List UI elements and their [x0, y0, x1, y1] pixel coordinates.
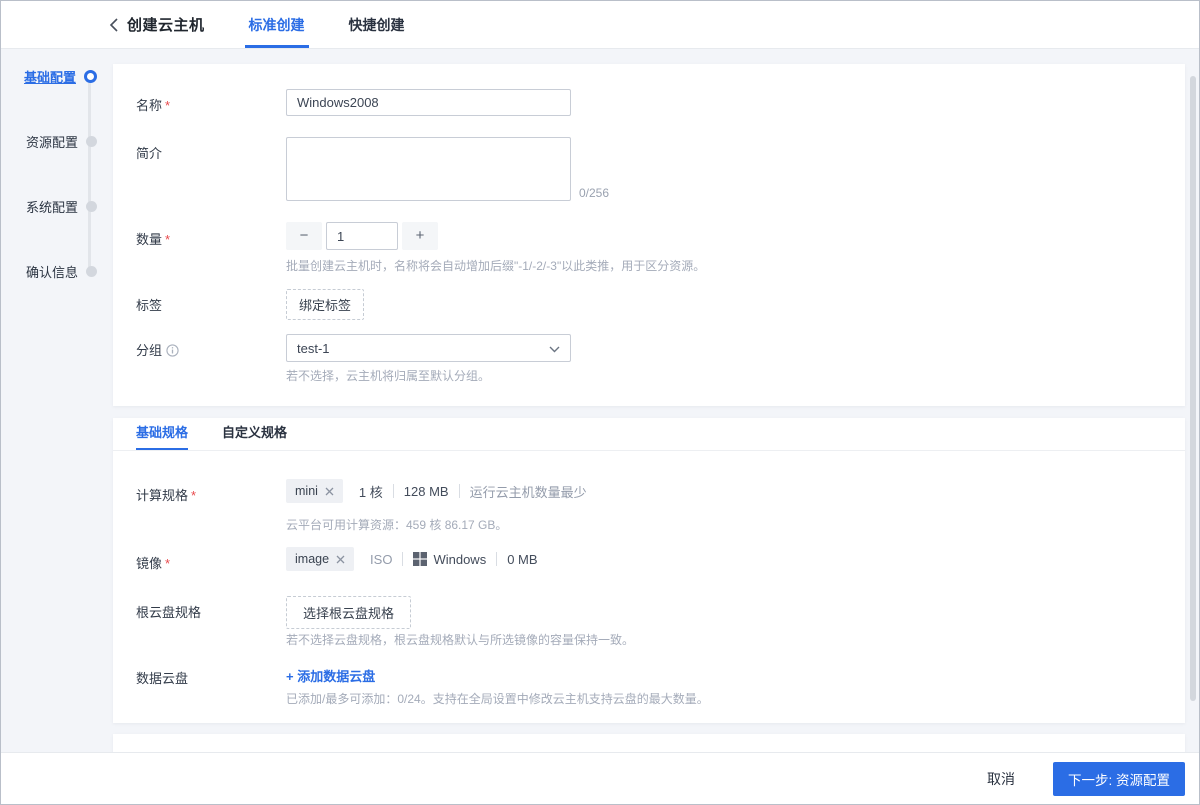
image-tag: image [286, 547, 355, 571]
required-mark: * [165, 98, 171, 113]
group-select[interactable]: test-1 [286, 334, 571, 362]
chevron-down-icon [549, 341, 560, 356]
step-label: 资源配置 [25, 134, 78, 150]
char-counter: 0/256 [579, 186, 610, 200]
create-vm-page: 创建云主机 标准创建 快捷创建 基础配置 资源配置 系统配置 确认信息 名称 *… [0, 0, 1200, 805]
scrollbar-thumb[interactable] [1190, 76, 1196, 701]
info-icon[interactable] [166, 344, 179, 357]
step-confirm-info[interactable]: 确认信息 [25, 263, 97, 280]
header-tabs: 标准创建 快捷创建 [244, 1, 447, 48]
step-dot-icon [86, 135, 97, 147]
required-mark: * [165, 232, 171, 247]
tab-custom-spec-label: 自定义规格 [222, 425, 288, 440]
page-title: 创建云主机 [127, 17, 205, 34]
compute-spec-tag: mini [286, 479, 343, 503]
divider [458, 484, 460, 498]
divider [402, 552, 404, 566]
root-disk-hint: 若不选择云盘规格，根云盘规格默认与所选镜像的容量保持一致。 [286, 633, 635, 647]
remove-tag-icon[interactable] [325, 487, 334, 496]
group-select-value: test-1 [297, 340, 330, 356]
tab-basic-spec[interactable]: 基础规格 [136, 418, 189, 450]
compute-note: 运行云主机数量最少 [469, 484, 587, 500]
name-label: 名称 * [136, 98, 171, 113]
bind-tag-button[interactable]: 绑定标签 [286, 289, 365, 320]
compute-memory: 128 MB [403, 483, 449, 499]
image-row: image ISO Windows 0 MB [286, 547, 538, 571]
content-area: 基础配置 资源配置 系统配置 确认信息 名称* 简介 [1, 49, 1199, 752]
divider [392, 484, 394, 498]
quantity-label: 数量 * [136, 232, 171, 247]
step-system-config[interactable]: 系统配置 [25, 198, 97, 215]
tag-label: 标签 [136, 298, 163, 313]
tab-standard-create[interactable]: 标准创建 [244, 1, 309, 48]
scrollbar-track[interactable] [1188, 49, 1196, 752]
remove-tag-icon[interactable] [336, 555, 345, 564]
image-format: ISO [370, 551, 393, 567]
step-nav: 基础配置 资源配置 系统配置 确认信息 [1, 49, 113, 752]
step-label: 系统配置 [25, 199, 78, 215]
windows-icon [413, 552, 428, 566]
tab-custom-spec[interactable]: 自定义规格 [222, 418, 287, 450]
quantity-hint: 批量创建云主机时，名称将会自动增加后缀"-1/-2/-3"以此类推，用于区分资源… [286, 259, 706, 273]
next-step-button[interactable]: 下一步: 资源配置 [1052, 761, 1185, 796]
name-input[interactable] [286, 89, 571, 116]
footer-bar: 取消 下一步: 资源配置 [1, 752, 1199, 804]
step-basic-config[interactable]: 基础配置 [23, 68, 97, 85]
spec-tabbar: 基础规格 自定义规格 [113, 418, 1185, 451]
select-root-disk-button[interactable]: 选择根云盘规格 [286, 596, 412, 629]
tab-basic-spec-label: 基础规格 [136, 425, 189, 440]
compute-spec-row: mini 1 核 128 MB 运行云主机数量最少 [286, 479, 587, 503]
group-label: 分组 [136, 340, 179, 359]
image-os: Windows [433, 551, 487, 567]
required-mark: * [165, 556, 171, 571]
compute-spec-tag-label: mini [295, 484, 318, 498]
root-disk-label: 根云盘规格 [136, 605, 202, 620]
step-active-dot-icon [84, 69, 97, 83]
add-data-disk-link[interactable]: + 添加数据云盘 [286, 666, 375, 685]
step-resource-config[interactable]: 资源配置 [25, 133, 97, 150]
divider [496, 552, 498, 566]
image-size: 0 MB [507, 551, 538, 567]
quantity-plus-button[interactable]: + [402, 222, 438, 250]
quantity-minus-button[interactable]: − [286, 222, 322, 250]
quantity-input[interactable] [326, 222, 398, 250]
step-label: 基础配置 [23, 69, 76, 85]
intro-textarea[interactable] [286, 137, 571, 201]
cancel-button[interactable]: 取消 [977, 763, 1025, 795]
spec-card: 基础规格 自定义规格 计算规格 * mini 1 核 128 MB 运行云主机数… [113, 418, 1185, 723]
compute-resources-hint: 云平台可用计算资源：459 核 86.17 GB。 [286, 518, 508, 532]
image-label: 镜像 * [136, 556, 171, 571]
data-disk-label: 数据云盘 [136, 671, 189, 686]
step-label: 确认信息 [25, 264, 78, 280]
compute-cpu: 1 核 [358, 484, 383, 500]
image-tag-label: image [295, 552, 330, 566]
tab-standard-create-label: 标准创建 [248, 16, 305, 33]
back-button[interactable]: 创建云主机 [105, 1, 205, 48]
required-mark: * [191, 488, 197, 503]
step-connector-line [88, 76, 91, 271]
step-dot-icon [86, 265, 97, 277]
tab-quick-create[interactable]: 快捷创建 [347, 1, 407, 48]
header: 创建云主机 标准创建 快捷创建 [1, 1, 1199, 49]
compute-spec-label: 计算规格 * [136, 488, 197, 503]
chevron-left-icon [105, 17, 121, 33]
group-hint: 若不选择，云主机将归属至默认分组。 [286, 369, 491, 383]
next-section-card-partial [113, 734, 1185, 752]
data-disk-hint: 已添加/最多可添加：0/24。支持在全局设置中修改云主机支持云盘的最大数量。 [286, 692, 709, 706]
step-dot-icon [86, 200, 97, 212]
intro-label: 简介 [136, 146, 163, 161]
tab-quick-create-label: 快捷创建 [348, 16, 405, 33]
basic-config-card: 名称* 简介 0/256 数量* − + 批量创建云主机时，名称将会自动增加后缀… [113, 64, 1185, 406]
quantity-stepper: − + [286, 222, 438, 250]
